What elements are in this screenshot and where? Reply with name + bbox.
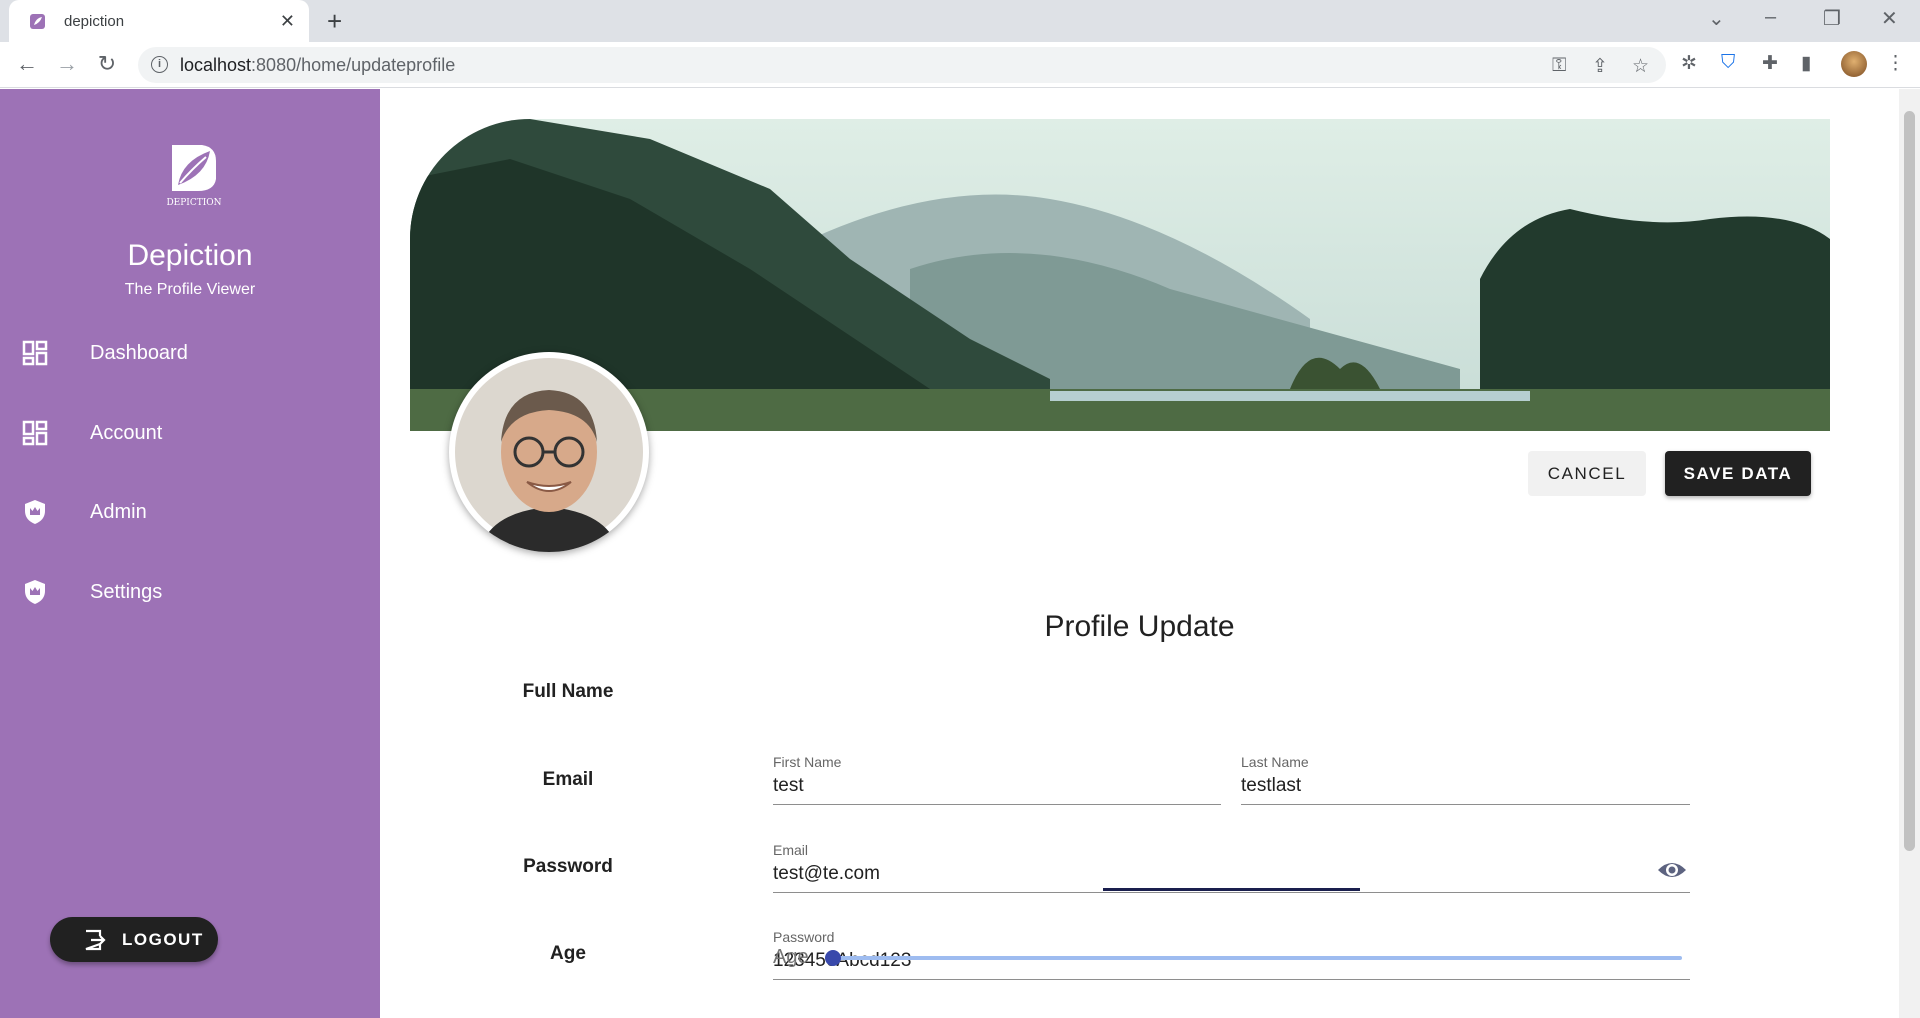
window-close-icon[interactable]: ✕ — [1881, 6, 1898, 31]
page-scrollbar[interactable] — [1899, 89, 1920, 1018]
puzzle-extensions-icon[interactable]: ✚ — [1762, 52, 1778, 75]
depiction-logo: DEPICTION — [166, 145, 222, 208]
sidebar-item-label: Dashboard — [90, 341, 188, 364]
cancel-button[interactable]: CANCEL — [1528, 451, 1646, 496]
sidebar-item-label: Admin — [90, 500, 147, 523]
dashboard-icon — [22, 340, 48, 366]
age-row-label: Age — [550, 943, 586, 964]
restore-icon[interactable]: ❐ — [1823, 6, 1841, 31]
new-tab-icon[interactable]: + — [327, 6, 342, 37]
address-bar[interactable]: i localhost:8080/home/updateprofile ⚿ ⇪ … — [138, 47, 1666, 83]
bookmark-star-icon[interactable]: ☆ — [1632, 55, 1649, 78]
tab-title: depiction — [64, 12, 125, 30]
password-label: Password — [773, 929, 835, 945]
profile-photo — [455, 358, 643, 552]
email-field[interactable]: Email test@te.com — [773, 837, 1690, 893]
shield-crown-icon — [25, 500, 45, 524]
last-name-value[interactable]: testlast — [1241, 775, 1301, 797]
sidebar: DEPICTION Depiction The Profile Viewer D… — [0, 89, 380, 1018]
profile-avatar[interactable] — [449, 352, 649, 552]
page-title: Profile Update — [1044, 610, 1235, 643]
browser-tab-bar: depiction ✕ + ⌄ – ❐ ✕ — [0, 0, 1920, 42]
logout-icon — [85, 929, 106, 951]
last-name-field[interactable]: Last Name testlast — [1241, 749, 1690, 805]
forward-icon[interactable]: → — [53, 51, 81, 77]
brand-name: Depiction — [127, 239, 253, 272]
bug-extension-icon[interactable]: ✲ — [1681, 52, 1697, 75]
profile-avatar-icon[interactable] — [1841, 51, 1867, 77]
email-row-label: Email — [542, 769, 594, 790]
browser-tab[interactable]: depiction ✕ — [9, 0, 309, 42]
first-name-label: First Name — [773, 754, 842, 770]
shield-extension-icon[interactable]: ⛉ — [1721, 52, 1735, 74]
sidebar-item-label: Settings — [90, 580, 163, 603]
first-name-value[interactable]: test — [773, 775, 804, 797]
url-text: localhost:8080/home/updateprofile — [180, 54, 456, 75]
password-row-label: Password — [523, 856, 613, 877]
reload-icon[interactable]: ↻ — [93, 51, 121, 77]
share-icon[interactable]: ⇪ — [1592, 55, 1608, 78]
tab-search-icon[interactable]: ⌄ — [1708, 6, 1725, 31]
scrollbar-thumb[interactable] — [1904, 111, 1915, 851]
password-value[interactable]: 123456Abcd123 — [773, 950, 911, 972]
logout-button[interactable]: LOGOUT — [50, 917, 218, 962]
back-icon[interactable]: ← — [13, 51, 41, 77]
svg-text:DEPICTION: DEPICTION — [166, 198, 221, 208]
logout-label: LOGOUT — [122, 929, 204, 949]
shield-crown-icon — [25, 580, 45, 604]
first-name-field[interactable]: First Name test — [773, 749, 1221, 805]
brand-subtitle: The Profile Viewer — [124, 281, 256, 298]
email-value[interactable]: test@te.com — [773, 863, 880, 885]
sidebar-item-admin[interactable]: Admin — [0, 482, 380, 542]
favicon-icon — [30, 13, 45, 29]
tab-close-icon[interactable]: ✕ — [280, 11, 295, 32]
sidebar-item-settings[interactable]: Settings — [0, 562, 380, 622]
password-field[interactable]: Password 123456Abcd123 — [773, 924, 1690, 980]
key-icon[interactable]: ⚿ — [1552, 55, 1566, 77]
eye-icon[interactable] — [1657, 858, 1687, 882]
full-name-row-label: Full Name — [522, 681, 614, 702]
sidebar-item-account[interactable]: Account — [0, 403, 380, 463]
email-label: Email — [773, 842, 809, 858]
age-slider-thumb[interactable] — [825, 950, 841, 966]
side-panel-icon[interactable]: ▮ — [1801, 52, 1811, 75]
site-info-icon[interactable]: i — [151, 56, 168, 73]
last-name-label: Last Name — [1241, 754, 1309, 770]
minimize-icon[interactable]: – — [1765, 6, 1776, 29]
menu-kebab-icon[interactable]: ⋮ — [1886, 52, 1905, 75]
browser-toolbar: ← → ↻ i localhost:8080/home/updateprofil… — [0, 42, 1920, 88]
sidebar-item-label: Account — [90, 421, 163, 444]
sidebar-item-dashboard[interactable]: Dashboard — [0, 323, 380, 383]
dashboard-icon — [22, 420, 48, 446]
save-data-button[interactable]: SAVE DATA — [1665, 451, 1811, 496]
